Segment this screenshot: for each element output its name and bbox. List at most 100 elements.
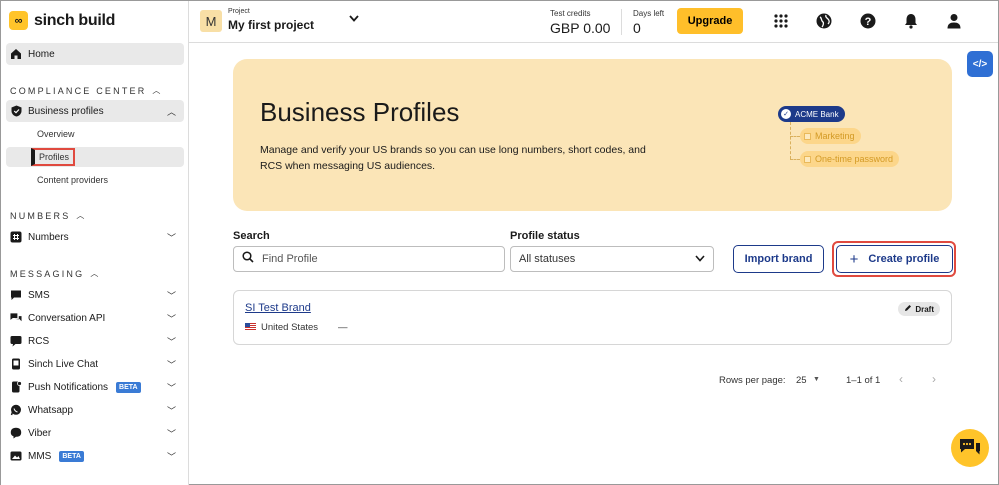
sidebar-item-label: Sinch Live Chat bbox=[28, 358, 99, 370]
section-title-label: MESSAGING bbox=[10, 268, 85, 279]
sidebar-subitem-label: Content providers bbox=[37, 175, 109, 185]
apps-grid-icon[interactable] bbox=[772, 12, 790, 30]
beta-badge: BETA bbox=[59, 450, 84, 462]
page-title: Business Profiles bbox=[260, 97, 460, 127]
sinch-logo-icon: ∞ bbox=[9, 11, 28, 30]
user-profile-icon[interactable] bbox=[945, 12, 963, 30]
connector-line bbox=[790, 122, 791, 159]
sidebar-subitem-label: Profiles bbox=[31, 148, 76, 166]
chevron-up-icon: ︿ bbox=[166, 106, 176, 117]
sidebar-item-viber[interactable]: Viber ﹀ bbox=[6, 422, 184, 444]
sidebar-item-mms[interactable]: MMS BETA ﹀ bbox=[6, 445, 184, 467]
profile-status-label: Profile status bbox=[510, 230, 580, 242]
message-icon bbox=[10, 289, 22, 301]
profile-status-select[interactable]: All statuses bbox=[510, 246, 714, 272]
create-profile-label: Create profile bbox=[868, 253, 940, 265]
divider bbox=[621, 9, 622, 35]
page-description: Manage and verify your US brands so you … bbox=[260, 144, 646, 172]
sidebar-subitem-profiles[interactable]: Profiles bbox=[6, 147, 184, 167]
section-title-compliance[interactable]: COMPLIANCE CENTER ︿ bbox=[10, 85, 160, 96]
profile-status-value: All statuses bbox=[519, 253, 576, 265]
hero-banner: Business Profiles Manage and verify your… bbox=[233, 59, 952, 211]
chevron-down-icon: ﹀ bbox=[166, 428, 176, 439]
us-flag-icon bbox=[245, 323, 256, 330]
sidebar-item-push-notifications[interactable]: Push Notifications BETA ﹀ bbox=[6, 376, 184, 398]
plus-icon: + bbox=[849, 250, 859, 268]
sinch-logo[interactable]: ∞ sinch build bbox=[9, 11, 115, 30]
help-icon[interactable]: ? bbox=[859, 12, 877, 30]
section-title-label: NUMBERS bbox=[10, 210, 71, 221]
chevron-down-icon: ﹀ bbox=[166, 336, 176, 347]
code-view-toggle-icon[interactable]: </> bbox=[967, 51, 993, 77]
sidebar-item-numbers[interactable]: Numbers ﹀ bbox=[6, 226, 184, 248]
sidebar-item-conversation-api[interactable]: Conversation API ﹀ bbox=[6, 307, 184, 329]
project-dropdown-chevron-icon[interactable] bbox=[349, 13, 359, 25]
sidebar-item-rcs[interactable]: RCS ﹀ bbox=[6, 330, 184, 352]
checkbox-icon bbox=[804, 155, 811, 163]
rows-per-page-select[interactable]: 25 bbox=[796, 375, 807, 386]
upgrade-button[interactable]: Upgrade bbox=[677, 8, 743, 34]
tag-label: One-time password bbox=[815, 154, 894, 164]
project-label: Project bbox=[228, 8, 250, 15]
chevron-down-icon bbox=[695, 253, 705, 265]
sidebar-item-label: MMS bbox=[28, 450, 52, 462]
hash-icon bbox=[10, 231, 22, 243]
whatsapp-icon bbox=[10, 404, 22, 416]
section-title-messaging[interactable]: MESSAGING ︿ bbox=[10, 268, 98, 279]
project-name[interactable]: My first project bbox=[228, 18, 314, 32]
chevron-up-icon: ︿ bbox=[152, 86, 161, 95]
chevron-down-icon: ﹀ bbox=[166, 232, 176, 243]
test-credits-value: GBP 0.00 bbox=[550, 20, 611, 36]
section-title-numbers[interactable]: NUMBERS ︿ bbox=[10, 210, 84, 221]
chevron-up-icon: ︿ bbox=[76, 211, 85, 220]
create-profile-button[interactable]: + Create profile bbox=[836, 245, 953, 273]
chevron-down-icon: ﹀ bbox=[166, 290, 176, 301]
profile-country: United States bbox=[261, 322, 319, 333]
chevron-down-icon: ﹀ bbox=[166, 359, 176, 370]
checkbox-icon bbox=[804, 132, 811, 140]
tag-label: Marketing bbox=[815, 131, 855, 141]
sidebar-item-sinch-live-chat[interactable]: Sinch Live Chat ﹀ bbox=[6, 353, 184, 375]
status-badge: Draft bbox=[898, 302, 940, 316]
sidebar-item-label: Push Notifications bbox=[28, 381, 109, 393]
image-message-icon bbox=[10, 450, 22, 462]
previous-page-icon[interactable]: ‹ bbox=[899, 372, 903, 386]
caret-down-icon[interactable]: ▼ bbox=[813, 376, 820, 383]
project-avatar[interactable]: M bbox=[200, 10, 222, 32]
connector-line bbox=[790, 159, 800, 160]
check-icon: ✓ bbox=[781, 109, 791, 119]
pagination-range: 1–1 of 1 bbox=[846, 375, 881, 386]
push-notification-icon bbox=[10, 381, 22, 393]
search-field[interactable] bbox=[233, 246, 505, 272]
top-bar: M Project My first project Test credits … bbox=[189, 1, 998, 43]
sidebar-item-label: Business profiles bbox=[28, 105, 104, 117]
section-title-label: COMPLIANCE CENTER bbox=[10, 85, 147, 96]
chevron-down-icon: ﹀ bbox=[166, 382, 176, 393]
marketing-tag: Marketing bbox=[800, 128, 861, 144]
sidebar-item-label: Whatsapp bbox=[28, 404, 74, 416]
sidebar-item-whatsapp[interactable]: Whatsapp ﹀ bbox=[6, 399, 184, 421]
import-brand-button[interactable]: Import brand bbox=[733, 245, 824, 273]
search-input[interactable] bbox=[262, 253, 482, 265]
chevron-down-icon: ﹀ bbox=[166, 313, 176, 324]
sidebar-item-sms[interactable]: SMS ﹀ bbox=[6, 284, 184, 306]
globe-icon[interactable] bbox=[815, 12, 833, 30]
live-chat-icon bbox=[10, 358, 22, 370]
sidebar-item-home[interactable]: Home bbox=[6, 43, 184, 65]
home-icon bbox=[10, 48, 22, 60]
sidebar-item-label: Conversation API bbox=[28, 312, 106, 324]
profile-name-link[interactable]: SI Test Brand bbox=[245, 302, 311, 314]
sidebar-item-business-profiles[interactable]: Business profiles ︿ bbox=[6, 100, 184, 122]
chevron-down-icon: ﹀ bbox=[166, 405, 176, 416]
sidebar-item-label: RCS bbox=[28, 335, 50, 347]
connector-line bbox=[790, 136, 800, 137]
chevron-up-icon: ︿ bbox=[90, 269, 99, 278]
svg-text:?: ? bbox=[865, 16, 872, 28]
sidebar-subitem-overview[interactable]: Overview bbox=[6, 124, 184, 144]
next-page-icon[interactable]: › bbox=[932, 372, 936, 386]
notification-bell-icon[interactable] bbox=[902, 12, 920, 30]
shield-icon bbox=[10, 105, 22, 117]
chat-support-icon[interactable] bbox=[951, 429, 989, 467]
sidebar-subitem-content-providers[interactable]: Content providers bbox=[6, 170, 184, 190]
days-left-value: 0 bbox=[633, 20, 641, 36]
